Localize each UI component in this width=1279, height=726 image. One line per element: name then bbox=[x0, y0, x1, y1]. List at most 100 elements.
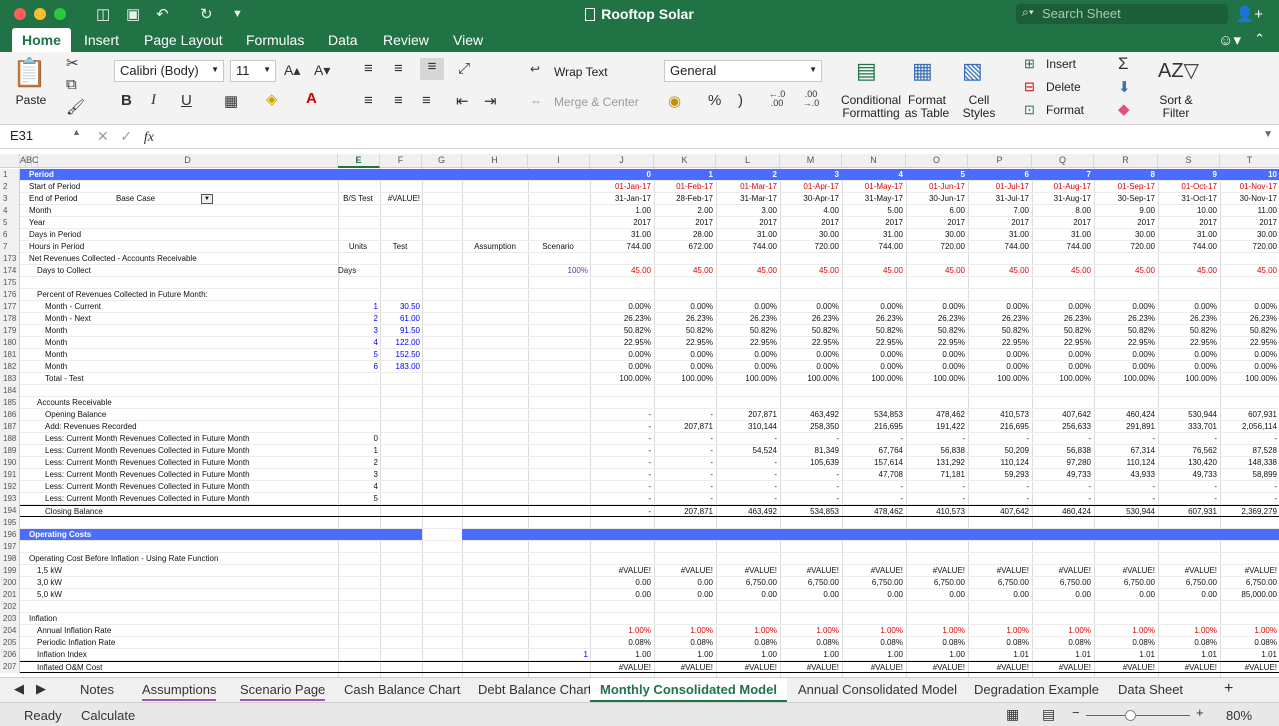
row-header[interactable]: 205 bbox=[0, 637, 20, 649]
insert-cells-icon[interactable]: ⊞ bbox=[1024, 56, 1035, 72]
row-label[interactable]: Operating Costs bbox=[29, 529, 329, 541]
normal-view-icon[interactable]: ▦ bbox=[1006, 706, 1019, 723]
value-cell-r[interactable]: 8 bbox=[1094, 169, 1155, 181]
col-e-cell[interactable]: 1 bbox=[338, 445, 378, 457]
value-cell-k[interactable]: - bbox=[654, 493, 713, 505]
value-cell-j[interactable]: 22.95% bbox=[590, 337, 651, 349]
value-cell-j[interactable]: 100.00% bbox=[590, 373, 651, 385]
value-cell-m[interactable]: 1.00 bbox=[780, 649, 839, 661]
value-cell-s[interactable]: 10.00 bbox=[1158, 205, 1217, 217]
col-i-cell[interactable]: Scenario bbox=[528, 241, 588, 253]
value-cell-q[interactable]: 56,838 bbox=[1032, 445, 1091, 457]
value-cell-p[interactable]: 01-Jul-17 bbox=[968, 181, 1029, 193]
row-label[interactable]: Days in Period bbox=[29, 229, 329, 241]
value-cell-l[interactable]: #VALUE! bbox=[716, 565, 777, 577]
value-cell-n[interactable]: 67,764 bbox=[842, 445, 903, 457]
value-cell-l[interactable]: - bbox=[716, 469, 777, 481]
value-cell-j[interactable]: 1.00% bbox=[590, 625, 651, 637]
value-cell-r[interactable]: 6,750.00 bbox=[1094, 577, 1155, 589]
prev-sheet-icon[interactable]: ◀ bbox=[14, 681, 24, 697]
value-cell-s[interactable]: 31-Oct-17 bbox=[1158, 193, 1217, 205]
value-cell-q[interactable]: 26.23% bbox=[1032, 313, 1091, 325]
increase-font-size-icon[interactable]: A▴ bbox=[284, 62, 300, 79]
column-header-n[interactable]: N bbox=[842, 154, 906, 168]
value-cell-s[interactable]: 26.23% bbox=[1158, 313, 1217, 325]
value-cell-t[interactable]: 01-Nov-17 bbox=[1220, 181, 1277, 193]
value-cell-k[interactable]: 1.00 bbox=[654, 649, 713, 661]
value-cell-l[interactable]: 0.00% bbox=[716, 301, 777, 313]
value-cell-q[interactable]: 50.82% bbox=[1032, 325, 1091, 337]
row-header[interactable]: 203 bbox=[0, 613, 20, 625]
value-cell-r[interactable]: #VALUE! bbox=[1094, 662, 1155, 674]
value-cell-k[interactable]: 0.00% bbox=[654, 349, 713, 361]
value-cell-m[interactable]: #VALUE! bbox=[780, 662, 839, 674]
value-cell-l[interactable]: 744.00 bbox=[716, 241, 777, 253]
value-cell-t[interactable]: #VALUE! bbox=[1220, 565, 1277, 577]
value-cell-s[interactable]: - bbox=[1158, 493, 1217, 505]
italic-button[interactable]: I bbox=[151, 92, 156, 109]
value-cell-o[interactable]: 0.00% bbox=[906, 301, 965, 313]
value-cell-p[interactable]: 1.00% bbox=[968, 625, 1029, 637]
sheet-row[interactable]: Year 2017 2017 2017 2017 2017 2017 2017 2017 2017… bbox=[20, 217, 1279, 229]
value-cell-n[interactable]: 0.00% bbox=[842, 349, 903, 361]
tab-page-layout[interactable]: Page Layout bbox=[144, 32, 223, 48]
sheet-row[interactable]: Month 3 91.50 50.82% 50.82% 50.82% 50.82% 50.82… bbox=[20, 325, 1279, 337]
row-header[interactable]: 2 bbox=[0, 181, 20, 193]
value-cell-j[interactable]: 0.00% bbox=[590, 361, 651, 373]
value-cell-s[interactable]: 0.00% bbox=[1158, 301, 1217, 313]
row-header[interactable]: 201 bbox=[0, 589, 20, 601]
value-cell-r[interactable]: 0.00% bbox=[1094, 361, 1155, 373]
value-cell-k[interactable]: 0.00 bbox=[654, 589, 713, 601]
row-header[interactable]: 196 bbox=[0, 529, 20, 541]
value-cell-j[interactable]: - bbox=[590, 433, 651, 445]
value-cell-k[interactable]: 0.00 bbox=[654, 577, 713, 589]
conditional-formatting-button[interactable]: Conditional Formatting bbox=[840, 94, 902, 120]
row-label[interactable]: Hours in Period bbox=[29, 241, 329, 253]
value-cell-r[interactable]: 100.00% bbox=[1094, 373, 1155, 385]
value-cell-t[interactable]: 1.00% bbox=[1220, 625, 1277, 637]
value-cell-l[interactable]: 1.00% bbox=[716, 625, 777, 637]
column-header-d[interactable]: D bbox=[38, 154, 338, 168]
value-cell-m[interactable]: 720.00 bbox=[780, 241, 839, 253]
value-cell-q[interactable]: - bbox=[1032, 481, 1091, 493]
col-e-cell[interactable]: 2 bbox=[338, 457, 378, 469]
sheet-tab-data-sheet[interactable]: Data Sheet bbox=[1118, 682, 1183, 697]
value-cell-n[interactable]: 26.23% bbox=[842, 313, 903, 325]
row-label[interactable]: Less: Current Month Revenues Collected i… bbox=[45, 445, 345, 457]
value-cell-n[interactable]: 1.00% bbox=[842, 625, 903, 637]
row-header[interactable]: 181 bbox=[0, 349, 20, 361]
row-label[interactable]: 1,5 kW bbox=[37, 565, 337, 577]
value-cell-p[interactable]: 6 bbox=[968, 169, 1029, 181]
tab-data[interactable]: Data bbox=[328, 32, 358, 48]
value-cell-o[interactable]: 1.00% bbox=[906, 625, 965, 637]
col-e-cell[interactable]: 3 bbox=[338, 469, 378, 481]
autosum-icon[interactable]: Σ bbox=[1118, 54, 1129, 74]
sheet-tab-degradation-example[interactable]: Degradation Example bbox=[974, 682, 1099, 697]
sheet-row[interactable]: 1,5 kW #VALUE! #VALUE! #VALUE! #VALUE! #VALUE… bbox=[20, 565, 1279, 577]
next-sheet-icon[interactable]: ▶ bbox=[36, 681, 46, 697]
value-cell-t[interactable]: 1.01 bbox=[1220, 649, 1277, 661]
value-cell-k[interactable]: - bbox=[654, 445, 713, 457]
value-cell-q[interactable]: 49,733 bbox=[1032, 469, 1091, 481]
col-f-cell[interactable]: 91.50 bbox=[380, 325, 420, 337]
sort-filter-icon[interactable]: AZ▽ bbox=[1158, 58, 1199, 83]
value-cell-m[interactable]: 01-Apr-17 bbox=[780, 181, 839, 193]
tab-review[interactable]: Review bbox=[383, 32, 429, 48]
row-header[interactable]: 186 bbox=[0, 409, 20, 421]
sheet-row[interactable]: Less: Current Month Revenues Collected i… bbox=[20, 433, 1279, 445]
col-e-cell[interactable]: 2 bbox=[338, 313, 378, 325]
value-cell-k[interactable]: #VALUE! bbox=[654, 565, 713, 577]
wrap-text-button[interactable]: Wrap Text bbox=[554, 65, 608, 79]
col-e-cell[interactable]: Days bbox=[338, 265, 378, 277]
cancel-icon[interactable]: ✕ bbox=[97, 128, 109, 144]
value-cell-r[interactable]: 110,124 bbox=[1094, 457, 1155, 469]
value-cell-l[interactable]: #VALUE! bbox=[716, 662, 777, 674]
row-label[interactable]: 3,0 kW bbox=[37, 577, 337, 589]
format-as-table-icon[interactable]: ▦ bbox=[912, 58, 933, 84]
value-cell-l[interactable]: 3.00 bbox=[716, 205, 777, 217]
row-label[interactable]: Inflation Index bbox=[37, 649, 337, 661]
value-cell-s[interactable]: 31.00 bbox=[1158, 229, 1217, 241]
row-header[interactable]: 207 bbox=[0, 661, 20, 673]
value-cell-j[interactable]: - bbox=[590, 457, 651, 469]
value-cell-j[interactable]: 0.08% bbox=[590, 637, 651, 649]
